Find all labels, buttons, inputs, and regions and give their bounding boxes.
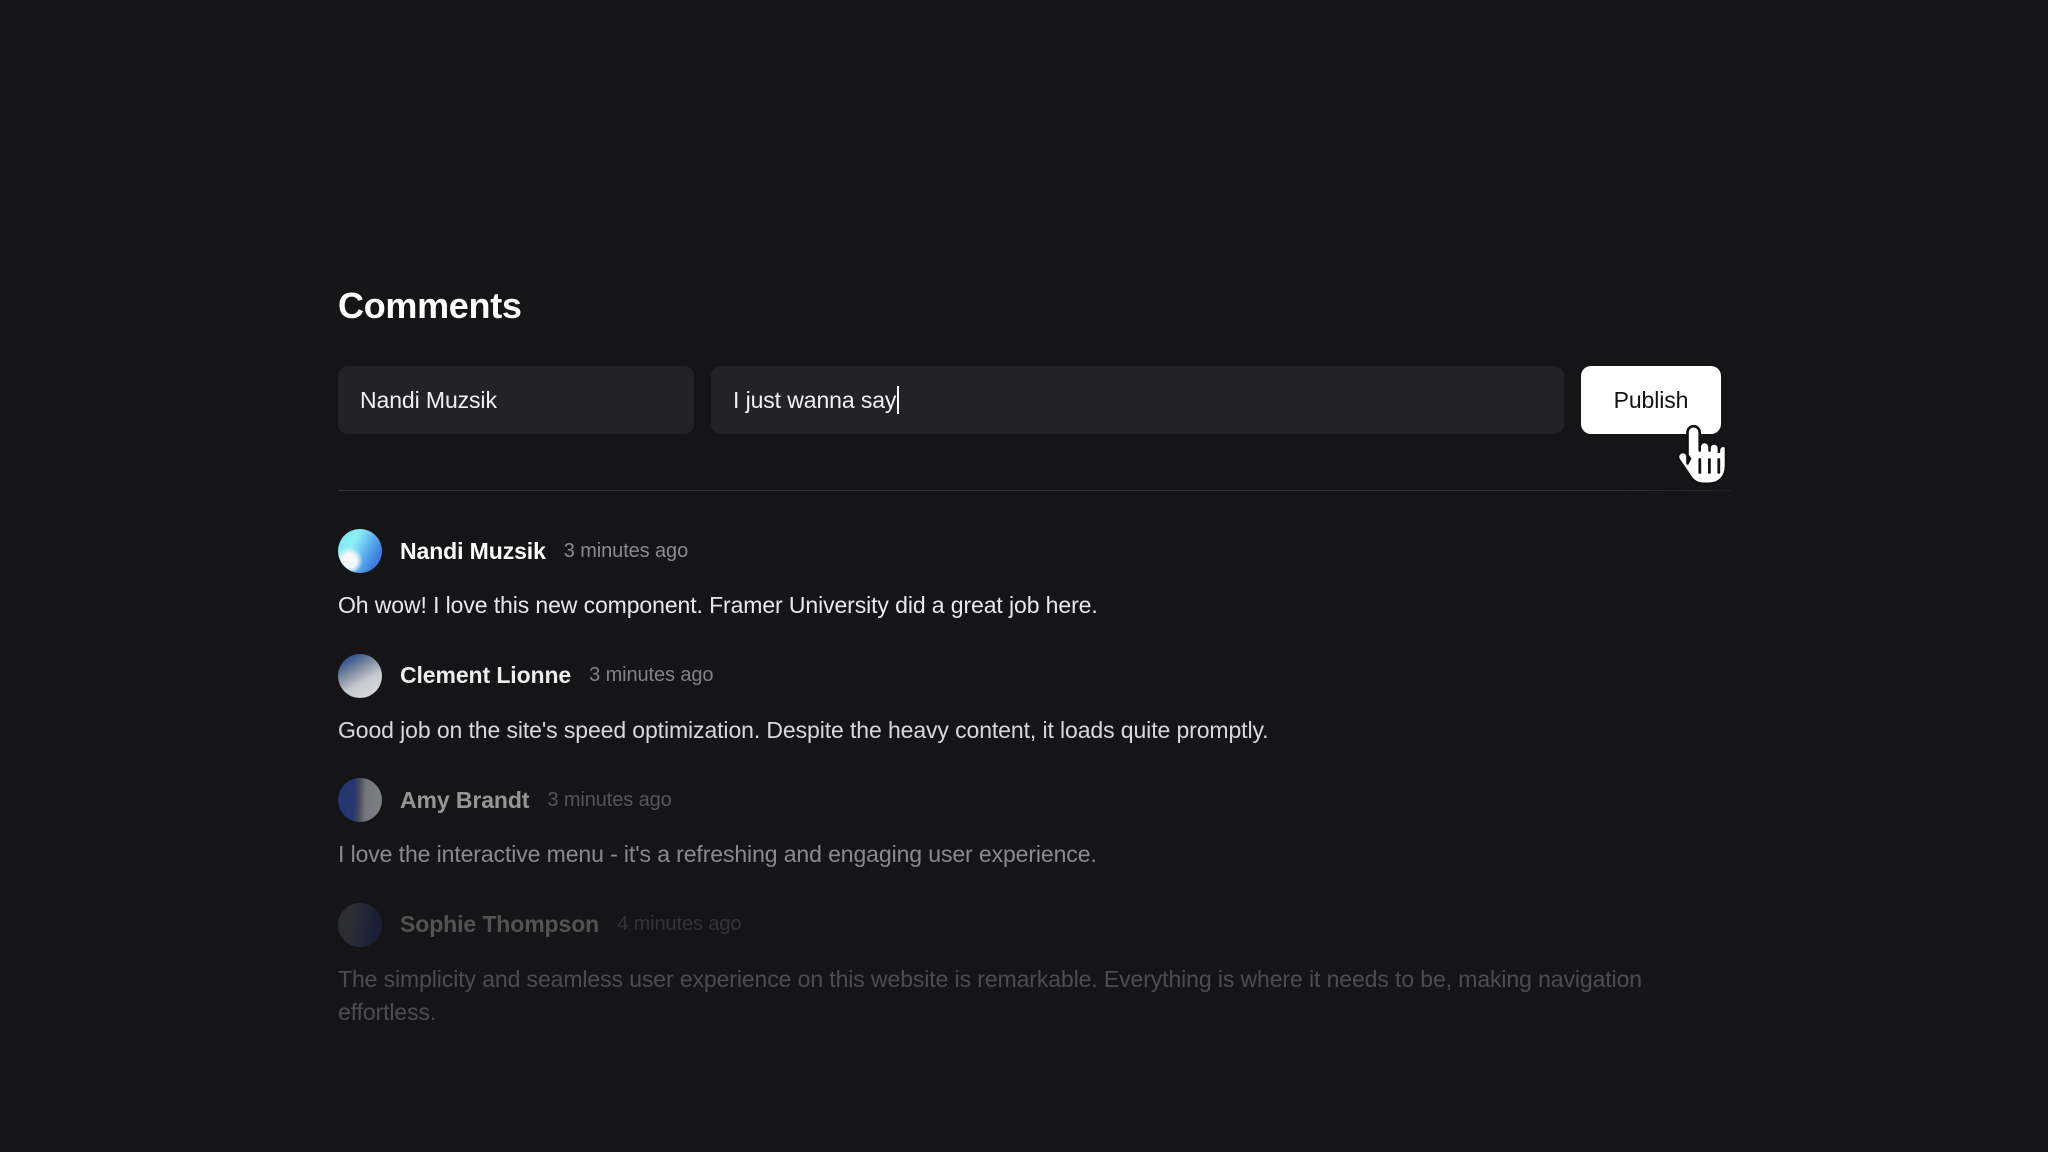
comment-input[interactable]: I just wanna say	[711, 366, 1564, 434]
name-input[interactable]: Nandi Muzsik	[338, 366, 694, 434]
publish-button-label: Publish	[1613, 386, 1689, 413]
comments-widget: Comments Nandi Muzsik I just wanna say P…	[338, 288, 1732, 1060]
comment-author: Sophie Thompson	[400, 911, 600, 938]
comment-header: Sophie Thompson 4 minutes ago	[338, 902, 1732, 947]
comment-input-value: I just wanna say	[733, 386, 897, 413]
avatar	[338, 778, 382, 823]
text-caret	[897, 386, 900, 414]
comment-timestamp: 3 minutes ago	[563, 539, 689, 562]
comment-timestamp: 3 minutes ago	[547, 788, 672, 811]
comment-timestamp: 3 minutes ago	[589, 664, 714, 687]
list-item: Nandi Muzsik 3 minutes ago Oh wow! I lov…	[338, 529, 1732, 622]
publish-button[interactable]: Publish	[1581, 366, 1721, 434]
section-divider	[338, 490, 1732, 491]
comment-text: Good job on the site's speed optimizatio…	[338, 716, 1269, 743]
name-input-value: Nandi Muzsik	[360, 386, 497, 413]
avatar	[338, 653, 382, 698]
comment-header: Clement Lionne 3 minutes ago	[338, 653, 1732, 698]
comment-text: The simplicity and seamless user experie…	[338, 965, 1642, 1025]
list-item: Clement Lionne 3 minutes ago Good job on…	[338, 653, 1732, 747]
comment-text: Oh wow! I love this new component. Frame…	[338, 592, 1098, 618]
page-title: Comments	[338, 285, 522, 326]
comment-composer: Nandi Muzsik I just wanna say Publish	[338, 366, 1732, 434]
list-item: Amy Brandt 3 minutes ago I love the inte…	[338, 778, 1732, 871]
comment-author: Amy Brandt	[400, 786, 530, 813]
avatar	[338, 529, 382, 573]
comment-author: Nandi Muzsik	[400, 537, 546, 564]
comment-author: Clement Lionne	[400, 662, 572, 689]
comment-timestamp: 4 minutes ago	[617, 913, 742, 936]
page-root: Comments Nandi Muzsik I just wanna say P…	[0, 0, 2048, 1152]
comment-header: Amy Brandt 3 minutes ago	[338, 778, 1732, 823]
comment-list: Nandi Muzsik 3 minutes ago Oh wow! I lov…	[338, 529, 1732, 1028]
comment-text: I love the interactive menu - it's a ref…	[338, 841, 1097, 868]
comment-header: Nandi Muzsik 3 minutes ago	[338, 529, 1732, 573]
list-item: Sophie Thompson 4 minutes ago The simpli…	[338, 902, 1732, 1028]
avatar	[338, 902, 382, 947]
